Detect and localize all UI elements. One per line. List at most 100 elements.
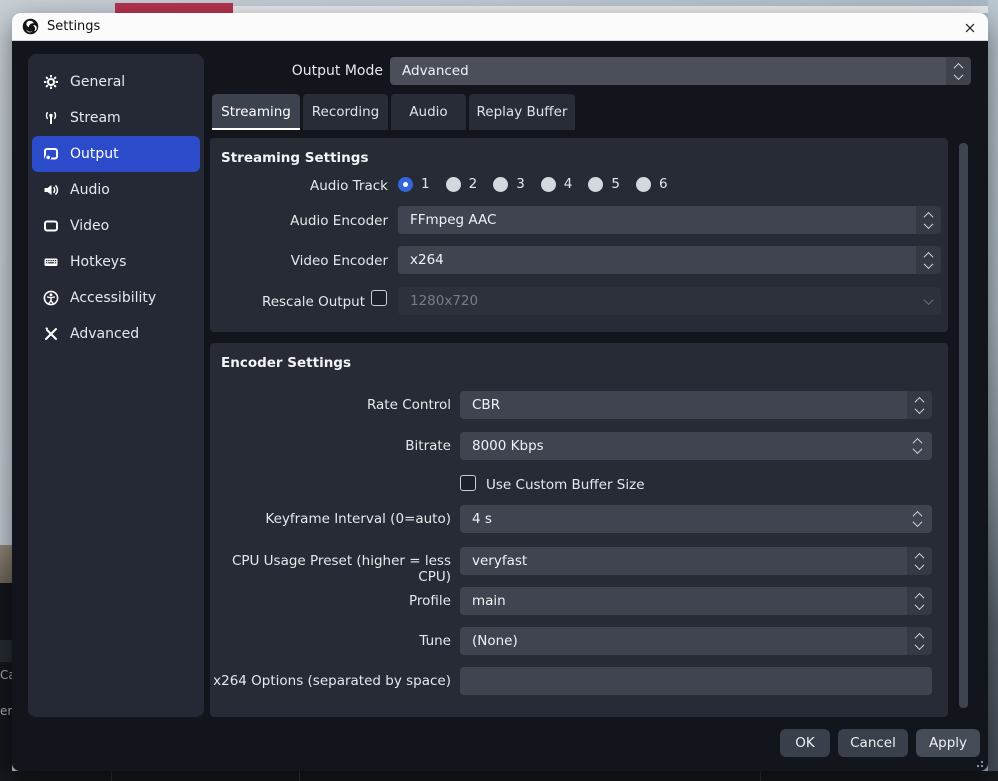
spinner-arrows-icon[interactable] xyxy=(902,432,932,460)
output-mode-value: Advanced xyxy=(402,63,469,79)
keyframe-interval-value: 4 s xyxy=(472,511,492,527)
output-mode-select[interactable]: Advanced xyxy=(390,57,971,85)
radio-label: 5 xyxy=(611,176,620,192)
chevron-updown-icon xyxy=(907,627,932,655)
tune-value: (None) xyxy=(472,633,518,649)
radio-track-6[interactable] xyxy=(636,177,651,192)
desktop-edge xyxy=(988,0,998,781)
chevron-down-icon xyxy=(916,287,941,315)
output-icon xyxy=(43,146,59,162)
sidebar-item-advanced[interactable]: Advanced xyxy=(32,316,200,352)
audio-track-radio-group: 1 2 3 4 5 6 xyxy=(398,176,676,192)
radio-track-4[interactable] xyxy=(541,177,556,192)
sidebar-item-label: Audio xyxy=(70,182,110,198)
apply-button[interactable]: Apply xyxy=(916,729,980,757)
cancel-button[interactable]: Cancel xyxy=(838,729,908,757)
streaming-settings-header: Streaming Settings xyxy=(221,150,369,166)
sidebar-item-general[interactable]: General xyxy=(32,64,200,100)
tab-recording[interactable]: Recording xyxy=(303,94,388,130)
sidebar: General Stream Output Audio Video Hotkey… xyxy=(28,54,204,717)
sidebar-item-audio[interactable]: Audio xyxy=(32,172,200,208)
output-mode-label: Output Mode xyxy=(212,63,383,79)
accessibility-icon xyxy=(43,290,59,306)
obs-logo-icon xyxy=(22,18,39,35)
background-text-fragment: er xyxy=(0,704,12,718)
tab-label: Streaming xyxy=(221,104,291,120)
audio-encoder-value: FFmpeg AAC xyxy=(410,212,496,228)
encoder-settings-panel: Encoder Settings Rate Control CBR Bitrat… xyxy=(210,343,948,717)
chevron-updown-icon xyxy=(946,57,971,85)
vertical-scrollbar[interactable] xyxy=(959,143,968,708)
chevron-updown-icon xyxy=(907,391,932,419)
divider xyxy=(299,771,300,781)
bitrate-value: 8000 Kbps xyxy=(472,438,544,454)
radio-label: 6 xyxy=(659,176,668,192)
radio-track-5[interactable] xyxy=(588,177,603,192)
sidebar-item-label: Output xyxy=(70,146,119,162)
tab-audio[interactable]: Audio xyxy=(391,94,466,130)
sidebar-item-label: Accessibility xyxy=(70,290,156,306)
video-encoder-label: Video Encoder xyxy=(210,253,388,269)
cpu-preset-value: veryfast xyxy=(472,553,527,569)
background-app-fragment xyxy=(0,583,12,781)
titlebar[interactable]: Settings xyxy=(12,13,988,41)
chevron-updown-icon xyxy=(907,587,932,615)
background-window-edge xyxy=(115,6,988,13)
rescale-resolution-value: 1280x720 xyxy=(410,293,478,309)
close-icon[interactable] xyxy=(961,19,978,36)
cpu-preset-select[interactable]: veryfast xyxy=(460,547,932,575)
encoder-settings-header: Encoder Settings xyxy=(221,355,351,371)
gear-icon xyxy=(43,74,59,90)
sidebar-item-output[interactable]: Output xyxy=(32,136,200,172)
tab-label: Audio xyxy=(409,104,447,120)
chevron-updown-icon xyxy=(916,246,941,274)
spinner-arrows-icon[interactable] xyxy=(902,505,932,533)
stream-icon xyxy=(43,110,59,126)
sidebar-item-label: Video xyxy=(70,218,109,234)
rate-control-label: Rate Control xyxy=(210,397,451,413)
ok-button[interactable]: OK xyxy=(780,729,830,757)
x264-options-label: x264 Options (separated by space) xyxy=(210,673,451,689)
sidebar-item-video[interactable]: Video xyxy=(32,208,200,244)
background-panel-fragment xyxy=(0,640,12,662)
tab-label: Replay Buffer xyxy=(477,104,568,120)
sidebar-item-accessibility[interactable]: Accessibility xyxy=(32,280,200,316)
sidebar-item-stream[interactable]: Stream xyxy=(32,100,200,136)
keyframe-interval-spinbox[interactable]: 4 s xyxy=(460,505,932,533)
profile-select[interactable]: main xyxy=(460,587,932,615)
sidebar-item-hotkeys[interactable]: Hotkeys xyxy=(32,244,200,280)
tab-replay-buffer[interactable]: Replay Buffer xyxy=(469,94,575,130)
keyframe-interval-label: Keyframe Interval (0=auto) xyxy=(210,511,451,527)
cpu-preset-label: CPU Usage Preset (higher = less CPU) xyxy=(210,553,451,585)
x264-options-input[interactable] xyxy=(460,667,932,695)
custom-buffer-label: Use Custom Buffer Size xyxy=(486,477,645,493)
video-encoder-select[interactable]: x264 xyxy=(398,246,941,274)
custom-buffer-checkbox[interactable] xyxy=(460,475,476,491)
radio-track-2[interactable] xyxy=(446,177,461,192)
radio-label: 2 xyxy=(469,176,478,192)
radio-track-1[interactable] xyxy=(398,177,413,192)
bitrate-label: Bitrate xyxy=(210,438,451,454)
monitor-icon xyxy=(43,218,59,234)
rate-control-value: CBR xyxy=(472,397,500,413)
sidebar-item-label: General xyxy=(70,74,125,90)
audio-encoder-select[interactable]: FFmpeg AAC xyxy=(398,206,941,234)
rescale-resolution-select[interactable]: 1280x720 xyxy=(398,287,941,315)
divider xyxy=(760,771,761,781)
tune-select[interactable]: (None) xyxy=(460,627,932,655)
sidebar-item-label: Hotkeys xyxy=(70,254,126,270)
tools-icon xyxy=(43,326,59,342)
divider xyxy=(111,771,112,781)
rescale-output-checkbox[interactable] xyxy=(371,290,387,306)
background-text-fragment: Ca xyxy=(0,668,12,682)
keyboard-icon xyxy=(43,254,59,270)
bitrate-spinbox[interactable]: 8000 Kbps xyxy=(460,432,932,460)
background-app-bottom xyxy=(0,771,998,781)
radio-track-3[interactable] xyxy=(493,177,508,192)
resize-grip[interactable] xyxy=(973,757,983,767)
rate-control-select[interactable]: CBR xyxy=(460,391,932,419)
tab-streaming[interactable]: Streaming xyxy=(212,94,300,130)
tune-label: Tune xyxy=(210,633,451,649)
chevron-updown-icon xyxy=(916,206,941,234)
radio-label: 3 xyxy=(516,176,525,192)
